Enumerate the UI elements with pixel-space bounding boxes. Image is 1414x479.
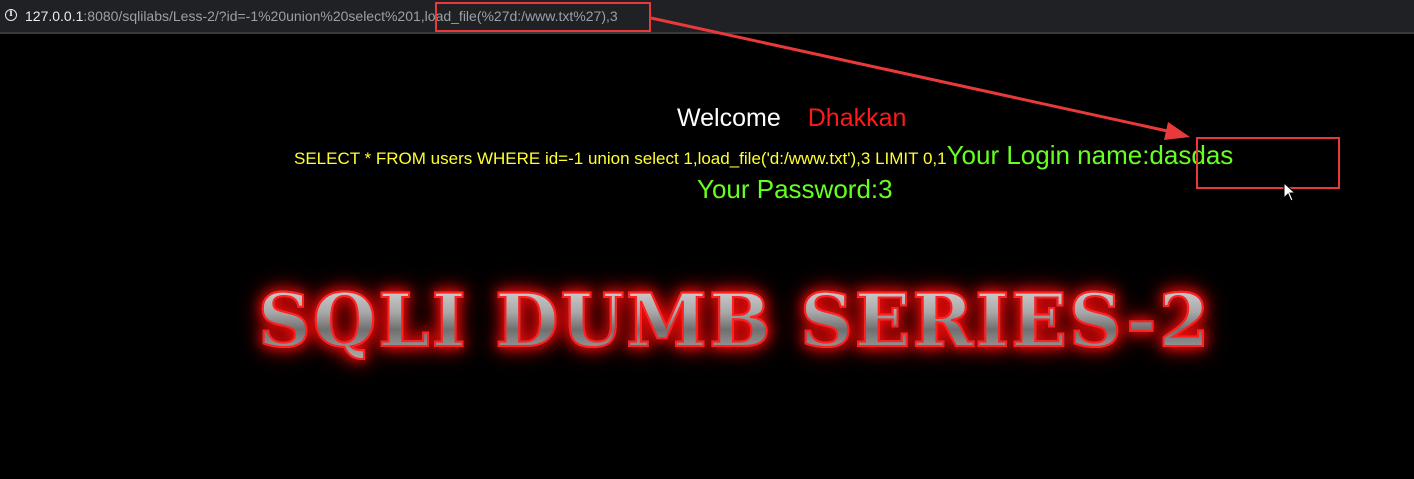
welcome-heading: Welcome Dhakkan [677, 104, 906, 133]
mouse-cursor-icon [1283, 182, 1297, 202]
arrow-head [1164, 122, 1190, 140]
page: i 127.0.0.1:8080/sqlilabs/Less-2/?id=-1%… [0, 0, 1414, 479]
result-highlight-box [1196, 137, 1340, 189]
password-text: Your Password:3 [697, 174, 893, 204]
login-name: Your Login name:dasdas [946, 140, 1234, 170]
welcome-label: Welcome [677, 104, 781, 132]
query-line: SELECT * FROM users WHERE id=-1 union se… [294, 140, 1233, 171]
welcome-name: Dhakkan [807, 104, 907, 132]
address-bar[interactable]: i 127.0.0.1:8080/sqlilabs/Less-2/?id=-1%… [0, 0, 1414, 34]
banner-title: SQLI DUMB SERIES-2 [257, 277, 1212, 365]
url-highlight-box [435, 2, 651, 32]
sql-query: SELECT * FROM users WHERE id=-1 union se… [294, 149, 947, 168]
annotation-arrow [650, 16, 1190, 140]
info-icon[interactable]: i [5, 9, 17, 21]
url-host: 127.0.0.1 [25, 8, 84, 24]
